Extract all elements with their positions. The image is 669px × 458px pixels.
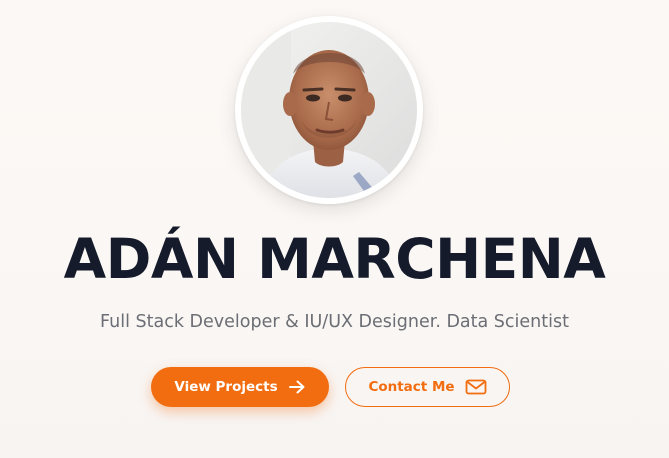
arrow-right-icon [288,379,306,395]
view-projects-label: View Projects [174,379,278,395]
profile-name: ADÁN MARCHENA [63,227,606,291]
mail-icon [465,379,487,395]
avatar-frame [235,16,423,204]
contact-me-label: Contact Me [368,379,455,395]
contact-me-button[interactable]: Contact Me [345,367,510,407]
avatar-photo [241,22,417,198]
view-projects-button[interactable]: View Projects [151,367,329,407]
profile-avatar [241,22,417,198]
hero-section: ADÁN MARCHENA Full Stack Developer & IU/… [0,0,669,458]
profile-subtitle: Full Stack Developer & IU/UX Designer. D… [100,312,569,332]
